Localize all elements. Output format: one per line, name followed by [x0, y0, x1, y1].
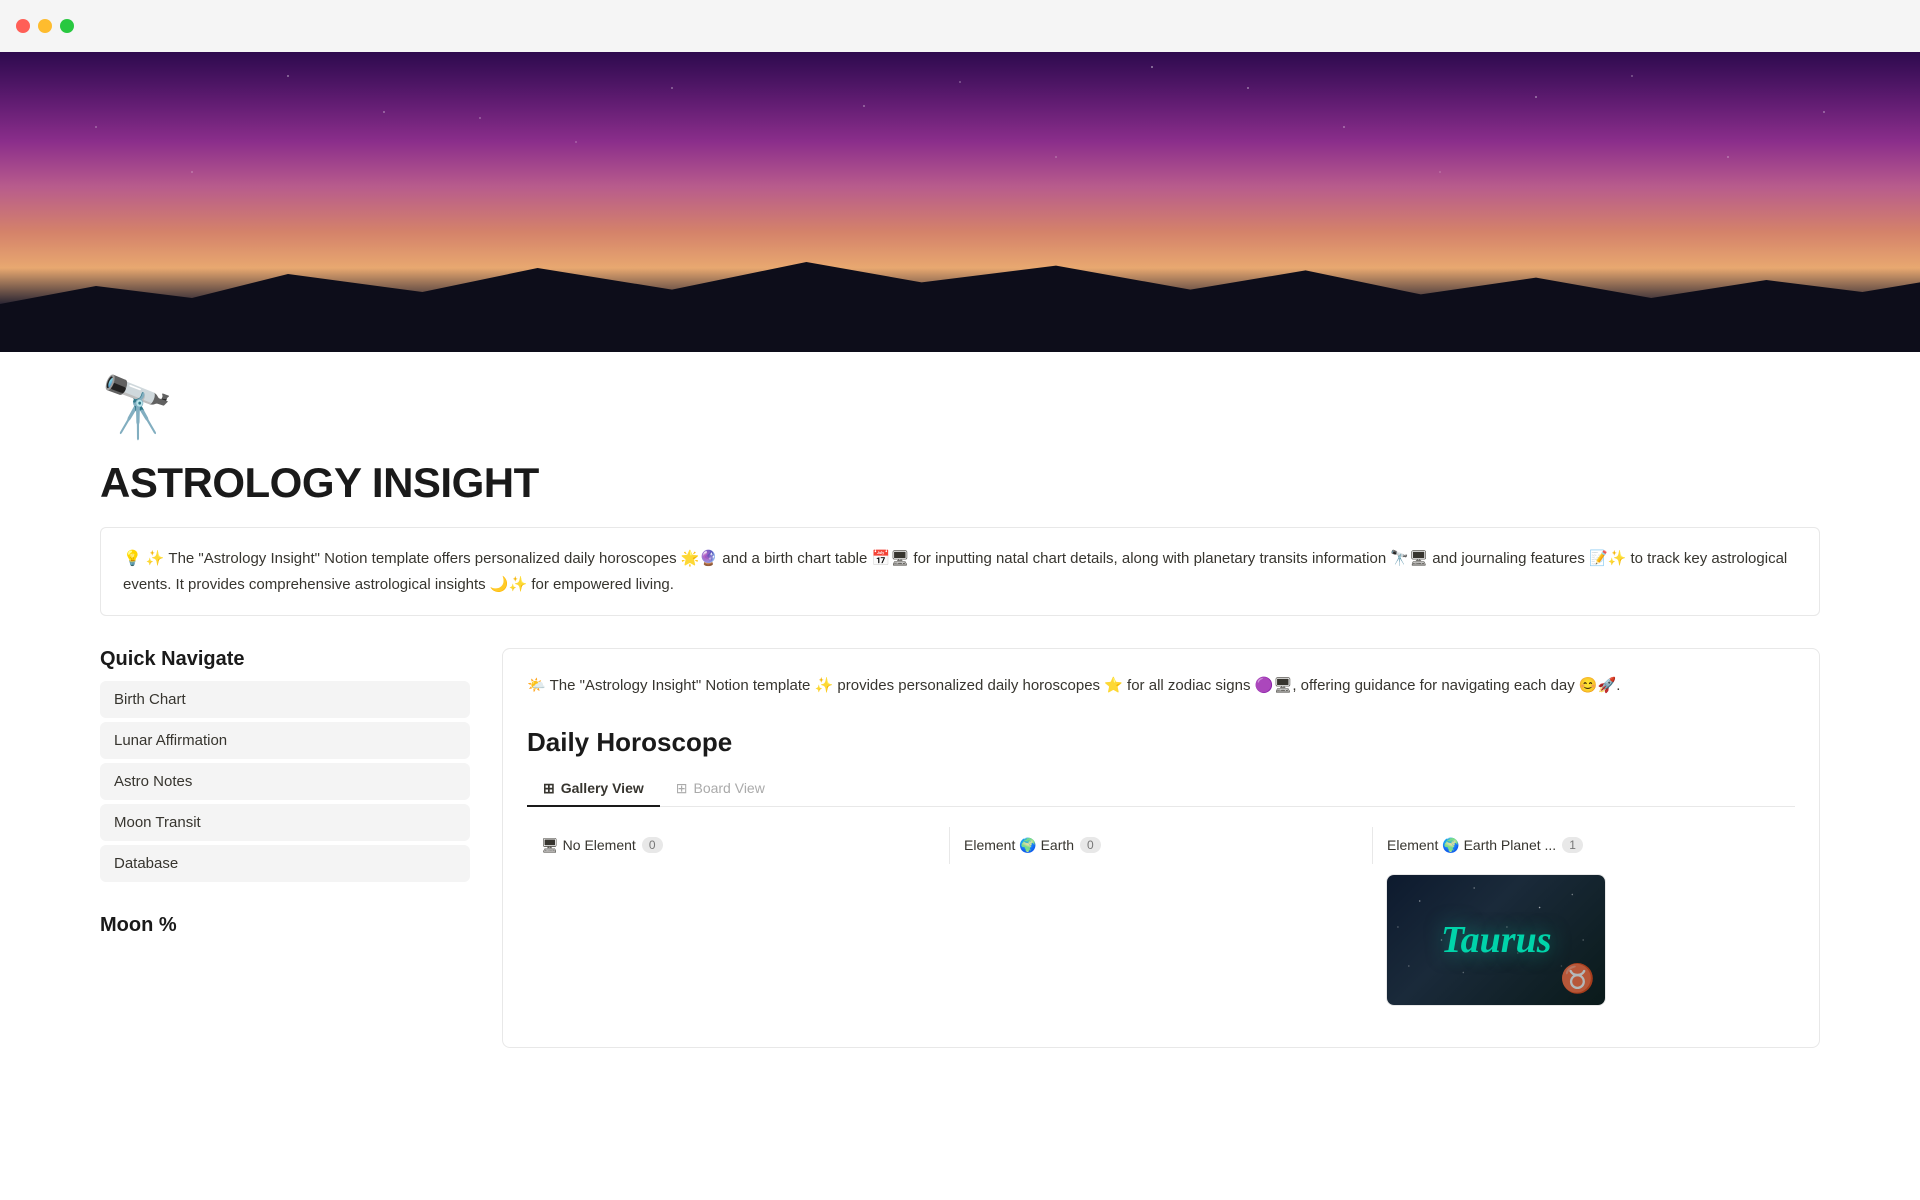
description-box: 💡 ✨ The "Astrology Insight" Notion templ… [100, 527, 1820, 616]
nav-item-database[interactable]: Database [100, 845, 470, 882]
column-earth-planet-label: Element 🌍 Earth Planet ... [1387, 837, 1556, 854]
intro-text: 🌤️ The "Astrology Insight" Notion templa… [527, 673, 1795, 699]
main-content: 🌤️ The "Astrology Insight" Notion templa… [502, 648, 1820, 1048]
sidebar: Quick Navigate Birth Chart Lunar Affirma… [100, 648, 470, 947]
moon-section-title: Moon % [100, 914, 470, 937]
hero-banner [0, 52, 1920, 352]
titlebar [0, 0, 1920, 52]
column-element-earth: Element 🌍 Earth 0 [950, 827, 1373, 864]
quick-navigate-title: Quick Navigate [100, 648, 470, 671]
column-earth-planet-count: 1 [1562, 837, 1583, 853]
tab-gallery-view[interactable]: ⊞ Gallery View [527, 772, 660, 807]
taurus-card-image: Taurus ♉ [1387, 875, 1605, 1005]
column-no-element-label: 🖥 No Element [541, 837, 636, 854]
page-title: ASTROLOGY INSIGHT [100, 443, 1820, 527]
taurus-bull-icon: ♉ [1560, 962, 1595, 995]
page-icon: 🔭 [100, 352, 1820, 443]
view-tabs: ⊞ Gallery View ⊞ Board View [527, 772, 1795, 807]
nav-item-birth-chart[interactable]: Birth Chart [100, 681, 470, 718]
close-button[interactable] [16, 19, 30, 33]
intro-description: The "Astrology Insight" Notion template … [550, 677, 1621, 694]
description-text: 💡 ✨ The "Astrology Insight" Notion templ… [123, 550, 1787, 593]
tab-gallery-label: Gallery View [561, 780, 644, 796]
column-no-element: 🖥 No Element 0 [527, 827, 950, 864]
column-no-element-count: 0 [642, 837, 663, 853]
tab-board-label: Board View [693, 780, 764, 796]
column-element-earth-planet: Element 🌍 Earth Planet ... 1 [1373, 827, 1795, 864]
two-column-layout: Quick Navigate Birth Chart Lunar Affirma… [100, 648, 1820, 1048]
column-earth-label: Element 🌍 Earth [964, 837, 1074, 854]
intro-emoji: 🌤️ [527, 677, 546, 694]
taurus-label: Taurus [1441, 918, 1552, 962]
minimize-button[interactable] [38, 19, 52, 33]
card-area: Taurus ♉ [527, 864, 1795, 1006]
nav-item-astro-notes[interactable]: Astro Notes [100, 763, 470, 800]
gallery-icon: ⊞ [543, 780, 555, 797]
tab-board-view[interactable]: ⊞ Board View [660, 772, 781, 807]
columns-row: 🖥 No Element 0 Element 🌍 Earth 0 Element… [527, 827, 1795, 864]
nav-item-moon-transit[interactable]: Moon Transit [100, 804, 470, 841]
column-earth-count: 0 [1080, 837, 1101, 853]
moon-section: Moon % [100, 914, 470, 937]
taurus-card[interactable]: Taurus ♉ [1386, 874, 1606, 1006]
horoscope-title: Daily Horoscope [527, 727, 1795, 758]
page-content: 🔭 ASTROLOGY INSIGHT 💡 ✨ The "Astrology I… [0, 352, 1920, 1048]
nav-item-lunar-affirmation[interactable]: Lunar Affirmation [100, 722, 470, 759]
board-icon: ⊞ [676, 780, 688, 797]
maximize-button[interactable] [60, 19, 74, 33]
